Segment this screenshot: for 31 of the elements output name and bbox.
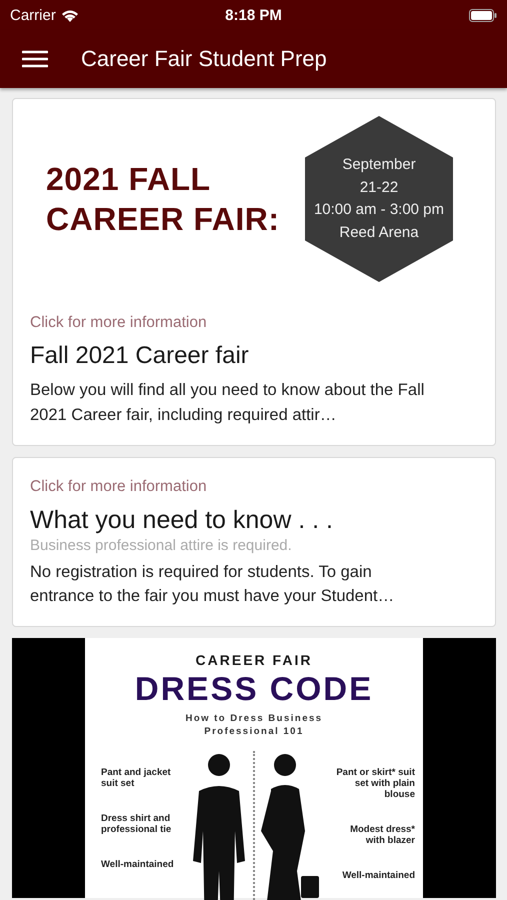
badge-text: Reed Arena xyxy=(339,222,419,242)
wifi-icon xyxy=(60,8,79,22)
menu-button[interactable] xyxy=(22,50,48,68)
banner-headline: CAREER FAIR: xyxy=(46,200,280,239)
infographic-overline: CAREER FAIR xyxy=(196,652,312,668)
attire-note: Well-maintained xyxy=(342,870,415,881)
badge-text: September xyxy=(342,155,416,175)
menu-icon xyxy=(22,50,48,68)
status-time: 8:18 PM xyxy=(225,6,282,24)
infographic-heading: DRESS CODE xyxy=(134,670,374,708)
card-summary: No registration is required for students. To gain entrance to the fair you must have your Student… xyxy=(30,562,396,608)
carrier-label: Carrier xyxy=(10,6,56,24)
infographic-subheading: How to Dress Business Professional 101 xyxy=(184,712,324,739)
banner-headline: 2021 FALL xyxy=(46,160,212,199)
attire-note: Pant or skirt* suit set with plain blouse xyxy=(335,766,415,800)
card-title: Fall 2021 Career fair xyxy=(30,342,250,370)
article-card[interactable]: Click for more information What you need to know . . . Business professional attire is required. No registration is required for students. To gain entrance to the fair you must have your Student… xyxy=(12,456,496,627)
badge-text: 10:00 am - 3:00 pm xyxy=(314,200,444,220)
more-info-link[interactable]: Click for more information xyxy=(30,478,435,496)
card-title: What you need to know . . . xyxy=(30,506,334,534)
attire-note: Dress shirt and professional tie xyxy=(101,812,172,835)
card-subtitle: Business professional attire is required. xyxy=(30,536,293,554)
article-card[interactable] xyxy=(12,98,496,446)
card-summary: Below you will find all you need to know about the Fall 2021 Career fair, including required attir… xyxy=(30,380,426,426)
attire-note: Modest dress* with blazer xyxy=(349,824,415,846)
battery-icon xyxy=(469,8,497,22)
attire-note: Well-maintained xyxy=(101,858,174,870)
more-info-link[interactable]: Click for more information xyxy=(30,314,435,332)
app-title: Career Fair Student Prep xyxy=(81,46,327,72)
badge-text: 21-22 xyxy=(360,178,398,198)
attire-note: Pant and jacket suit set xyxy=(101,766,172,789)
